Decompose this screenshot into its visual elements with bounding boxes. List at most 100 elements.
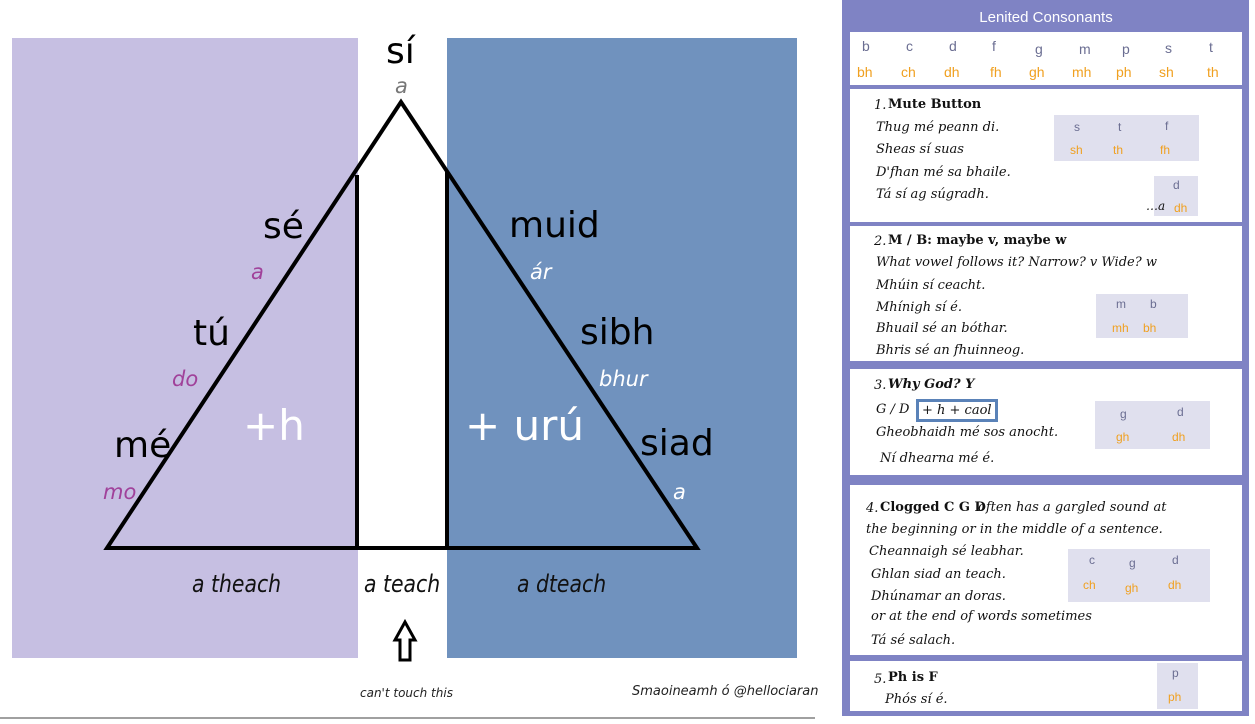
section-number: 2. (874, 234, 887, 249)
lenited-letter: ph (1168, 690, 1182, 704)
lenited-letter: sh (1070, 143, 1083, 157)
lenited-letter: mh (1072, 64, 1092, 80)
lenited-letter: gh (1125, 581, 1139, 595)
example-line: Bhuail sé an bóthar. (876, 321, 1008, 336)
divider (0, 717, 815, 719)
pronoun-siad: siad (640, 423, 714, 464)
base-letter: f (1165, 119, 1169, 133)
base-letter: b (862, 38, 870, 54)
triangle-svg (103, 38, 701, 662)
example-line: Cheannaigh sé leabhar. (869, 544, 1024, 559)
lenited-letter: fh (1160, 143, 1171, 157)
example-line: Mhínigh sí é. (876, 300, 962, 315)
base-letter: m (1079, 41, 1091, 57)
section-number: 3. (874, 378, 887, 393)
credit-text: Smaoineamh ó @hellociaran (632, 684, 819, 699)
section-clogged-cgd: 4. Clogged C G D often has a gargled sou… (850, 485, 1242, 655)
base-letter: m (1116, 297, 1126, 311)
base-letter: t (1118, 120, 1122, 134)
example-line: Dhúnamar an doras. (871, 589, 1006, 604)
example-line: Bhris sé an fhuinneog. (876, 343, 1025, 358)
lenited-letter: th (1207, 64, 1219, 80)
base-letter: b (1150, 297, 1157, 311)
example-a-theach: a theach (192, 570, 282, 598)
base-letter: c (906, 38, 913, 54)
arrow-caption: can't touch this (360, 686, 453, 700)
section-why-god: 3. Why God? Y G / D + h + caol Gheobhaid… (850, 369, 1242, 475)
section-title: Why God? Y (888, 377, 975, 392)
lenited-letter: dh (1172, 430, 1186, 444)
lenited-letter: ch (901, 64, 916, 80)
pronoun-sibh: sibh (580, 312, 655, 353)
rule-prefix: G / D (876, 402, 910, 417)
letter-box (1096, 294, 1188, 338)
base-letter: d (1173, 178, 1180, 192)
example-line: or at the end of words sometimes (871, 609, 1092, 624)
possessive-mo: mo (103, 480, 137, 504)
middle-white-region (358, 38, 447, 658)
lenited-letter: dh (944, 64, 960, 80)
example-line: Tá sí ag súgradh. (876, 187, 989, 202)
base-letter: d (1177, 405, 1184, 419)
base-letter: g (1129, 556, 1136, 570)
section-title: Ph is F (888, 670, 938, 685)
section-m-b: 2. M / B: maybe v, maybe w What vowel fo… (850, 226, 1242, 361)
section-ph-is-f: 5. Ph is F Phós sí é. p ph (850, 661, 1242, 711)
section-title: M / B: maybe v, maybe w (888, 233, 1067, 248)
lenited-letter: gh (1116, 430, 1130, 444)
base-letter: g (1120, 407, 1127, 421)
mutation-lenition-label: +h (243, 401, 305, 450)
lenited-letter: th (1113, 143, 1124, 157)
letter-box (1095, 401, 1210, 449)
example-line: Gheobhaidh mé sos anocht. (876, 425, 1059, 440)
ellipsis-a: …a (1146, 199, 1166, 213)
pronoun-me: mé (114, 425, 172, 466)
possessive-do: do (172, 367, 199, 391)
possessive-ar: ár (530, 260, 552, 284)
example-a-dteach: a dteach (517, 570, 607, 598)
mutation-eclipsis-label: + urú (465, 401, 585, 450)
section-number: 5. (874, 672, 887, 687)
base-letter: d (949, 38, 957, 54)
example-line: Sheas sí suas (876, 142, 964, 157)
example-line: Ní dhearna mé é. (880, 451, 995, 466)
base-letter: t (1209, 39, 1213, 55)
section-number: 4. (866, 501, 879, 516)
section-mute-button: 1. Mute Button Thug mé peann di. Sheas s… (850, 89, 1242, 222)
lenited-letter: ph (1116, 64, 1132, 80)
panel-title: Lenited Consonants (850, 8, 1242, 30)
example-line: Ghlan siad an teach. (871, 567, 1006, 582)
possessive-se: a (251, 260, 264, 284)
example-line: Tá sé salach. (871, 633, 956, 648)
pronoun-muid: muid (509, 205, 600, 246)
base-letter: f (992, 38, 996, 54)
lenited-letter: sh (1159, 64, 1174, 80)
section-number: 1. (874, 98, 887, 113)
pronoun-tu: tú (193, 313, 230, 354)
base-letter: p (1122, 41, 1130, 57)
base-letter: d (1172, 553, 1179, 567)
example-a-teach: a teach (364, 570, 441, 598)
base-letter: s (1165, 40, 1172, 56)
example-line: D'fhan mé sa bhaile. (876, 165, 1011, 180)
possessive-a: a (673, 480, 686, 504)
example-line: the beginning or in the middle of a sent… (866, 522, 1163, 537)
example-line: Thug mé peann di. (876, 120, 1000, 135)
lenited-letter: dh (1174, 201, 1188, 215)
base-letter: c (1089, 553, 1095, 567)
base-letter: p (1172, 666, 1179, 680)
pronoun-se: sé (263, 206, 304, 247)
rule-boxed: + h + caol (916, 399, 998, 422)
lenited-letter: dh (1168, 578, 1182, 592)
base-letter: g (1035, 41, 1043, 57)
possessive-bhur: bhur (599, 367, 648, 391)
lenited-letter: bh (1143, 321, 1157, 335)
pronoun-si: sí (386, 31, 415, 72)
base-letter: s (1074, 120, 1080, 134)
section-title: Clogged C G D (880, 500, 986, 515)
section-title-tail: often has a gargled sound at (978, 500, 1167, 515)
lenited-letter: ch (1083, 578, 1096, 592)
lenited-letter: gh (1029, 64, 1045, 80)
example-line: What vowel follows it? Narrow? v Wide? w (876, 255, 1157, 270)
possessive-si: a (395, 74, 408, 98)
